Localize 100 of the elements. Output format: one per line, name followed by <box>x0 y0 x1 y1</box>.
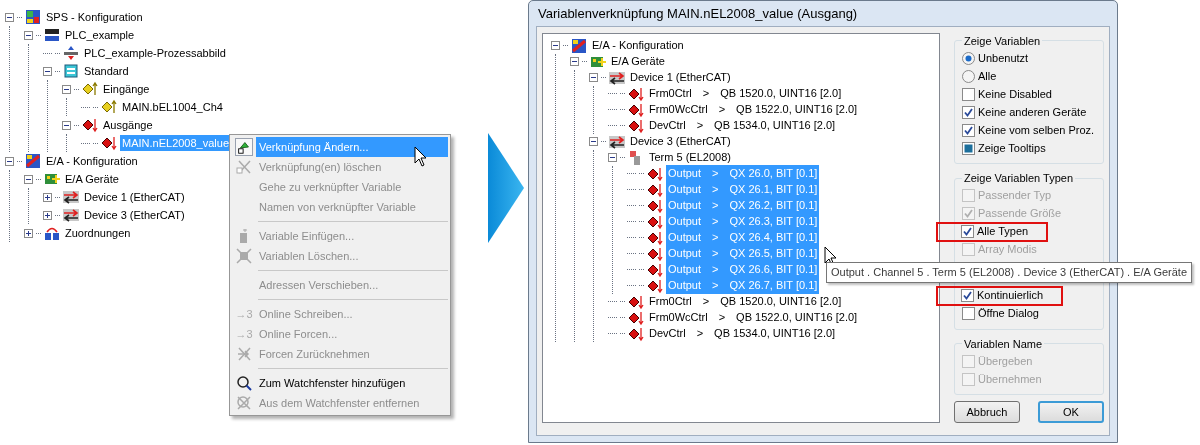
io-config-icon <box>25 153 41 169</box>
tree-item[interactable]: Standard <box>82 62 131 80</box>
expand-toggle[interactable] <box>24 30 33 40</box>
option-label: Passender Typ <box>978 188 1052 204</box>
output-variable-icon <box>647 181 663 198</box>
delete-variable-icon <box>236 248 252 264</box>
tree-item[interactable]: MAIN.bEL1004_Ch4 <box>120 98 225 116</box>
tree-item[interactable]: E/A - Konfiguration <box>44 152 140 170</box>
link-icon <box>235 138 253 156</box>
tree-item[interactable]: DevCtrl > QB 1534.0, UINT16 [2.0] <box>647 117 838 134</box>
tooltip: Output . Channel 5 . Term 5 (EL2008) . Device 3 (EtherCAT) . E/A Geräte <box>826 262 1193 283</box>
board-icon <box>44 171 60 187</box>
io-config-icon <box>571 37 587 54</box>
search-icon <box>236 375 252 391</box>
radio-button[interactable] <box>962 51 975 65</box>
output-variable-icon <box>647 277 663 294</box>
tree-item[interactable]: DevCtrl > QB 1534.0, UINT16 [2.0] <box>647 325 838 342</box>
tree-item[interactable]: Device 3 (EtherCAT) <box>82 206 187 224</box>
checkbox[interactable] <box>961 225 974 238</box>
tree-item[interactable]: Frm0WcCtrl > QB 1522.0, UINT16 [2.0] <box>647 101 860 118</box>
output-variable-icon <box>647 261 663 278</box>
option-label: Passende Größe <box>978 206 1062 222</box>
option-label: Alle Typen <box>977 224 1029 240</box>
option-label: Übergeben <box>978 353 1033 369</box>
expand-toggle[interactable] <box>62 120 71 130</box>
tree-item[interactable]: Ausgänge <box>101 116 155 134</box>
output-variable-icon <box>628 293 644 310</box>
device-icon <box>63 189 79 205</box>
device-icon <box>609 133 625 150</box>
cursor-icon <box>414 146 428 168</box>
plc-icon <box>25 9 41 25</box>
menu-glyph: →3 <box>235 306 253 322</box>
folder-icon <box>63 63 79 79</box>
checkbox[interactable] <box>961 289 974 302</box>
option-label: Keine Disabled <box>978 86 1052 102</box>
tree-item[interactable]: Device 1 (EtherCAT) <box>82 188 187 206</box>
option-label: Öffne Dialog <box>978 306 1039 322</box>
checkbox[interactable] <box>962 105 975 119</box>
mappings-icon <box>44 225 60 241</box>
tree-item[interactable]: PLC_example-Prozessabbild <box>82 44 228 62</box>
tree-item[interactable]: Zuordnungen <box>63 224 133 242</box>
option-label: Array Modis <box>978 242 1037 258</box>
tree-item[interactable]: SPS - Konfiguration <box>44 8 145 26</box>
menu-item[interactable]: Zum Watchfenster hinzufügen <box>256 373 448 393</box>
dialog-button[interactable]: Abbruch <box>954 401 1020 423</box>
output-variable-icon <box>628 101 644 118</box>
output-variable-icon <box>628 309 644 326</box>
tree-item[interactable]: Frm0Ctrl > QB 1520.0, UINT16 [2.0] <box>647 85 844 102</box>
expand-toggle[interactable] <box>551 41 560 50</box>
expand-toggle[interactable] <box>62 84 71 94</box>
menu-glyph: →3 <box>235 326 253 342</box>
tree-item[interactable]: E/A - Konfiguration <box>590 37 686 54</box>
option-label: Unbenutzt <box>978 50 1029 66</box>
tree-item[interactable]: E/A Geräte <box>609 53 667 70</box>
option-label: Kontinuierlich <box>977 288 1044 304</box>
group-title: Zeige Variablen <box>963 33 1042 49</box>
option-label: Alle <box>978 68 997 84</box>
expand-toggle[interactable] <box>43 192 52 202</box>
tree-item[interactable]: Device 3 (EtherCAT) <box>628 133 733 150</box>
expand-toggle[interactable] <box>570 57 579 66</box>
group-title: Zeige Variablen Typen <box>963 171 1075 186</box>
tree-item[interactable]: Frm0WcCtrl > QB 1522.0, UINT16 [2.0] <box>647 309 860 326</box>
output-variable-icon <box>647 245 663 262</box>
dialog-button[interactable]: OK <box>1038 401 1104 423</box>
expand-toggle[interactable] <box>589 73 598 82</box>
expand-toggle[interactable] <box>24 174 33 184</box>
expand-toggle[interactable] <box>24 228 33 238</box>
tree-item[interactable]: Frm0Ctrl > QB 1520.0, UINT16 [2.0] <box>647 293 844 310</box>
output-variable-icon <box>647 229 663 246</box>
unlink-icon <box>236 159 252 175</box>
outputs-icon <box>82 117 98 133</box>
tree-item[interactable]: E/A Geräte <box>63 170 121 188</box>
expand-toggle[interactable] <box>608 153 617 162</box>
expand-toggle[interactable] <box>589 137 598 146</box>
option-label: Keine vom selben Proz. <box>978 122 1095 138</box>
checkbox[interactable] <box>962 123 975 137</box>
output-variable-icon <box>647 165 663 182</box>
process-image-icon <box>63 45 79 61</box>
option-label: Übernehmen <box>978 371 1042 387</box>
unforce-icon <box>236 346 252 362</box>
output-variable-icon <box>647 197 663 214</box>
expand-toggle[interactable] <box>43 66 52 76</box>
output-variable-icon <box>628 117 644 134</box>
tree-item[interactable]: PLC_example <box>63 26 137 44</box>
checkbox[interactable] <box>962 141 975 155</box>
expand-toggle[interactable] <box>43 210 52 220</box>
arrow-icon <box>488 132 524 243</box>
output-variable-icon <box>628 325 644 342</box>
expand-toggle[interactable] <box>5 12 14 22</box>
tree-item[interactable]: Device 1 (EtherCAT) <box>628 69 733 86</box>
tree-item[interactable]: Eingänge <box>101 80 152 98</box>
output-variable-icon <box>647 213 663 230</box>
radio-button[interactable] <box>962 69 975 83</box>
expand-toggle[interactable] <box>5 156 14 166</box>
inputs-icon <box>82 81 98 97</box>
chip-icon <box>44 27 60 43</box>
tree-item[interactable]: Term 5 (EL2008) <box>647 149 733 166</box>
window-title: Variablenverknüpfung MAIN.nEL2008_value (Ausgang) <box>537 4 859 23</box>
checkbox[interactable] <box>962 307 975 320</box>
checkbox[interactable] <box>962 87 975 101</box>
